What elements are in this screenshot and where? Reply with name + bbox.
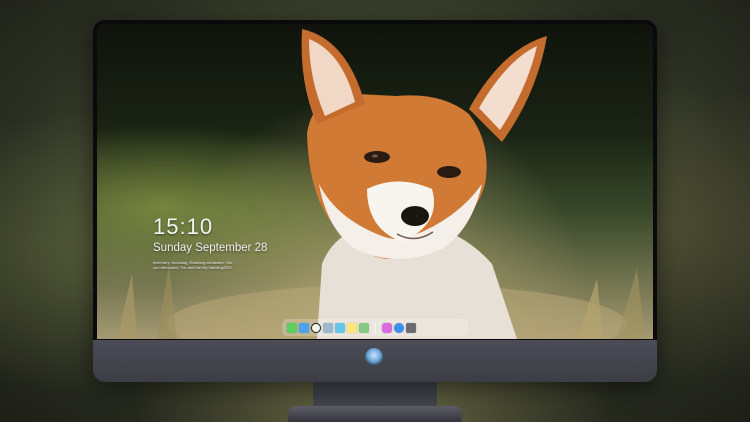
dock bbox=[282, 319, 468, 336]
photos-icon[interactable] bbox=[359, 322, 369, 333]
monitor-stand-base bbox=[288, 406, 462, 422]
monitor-chin bbox=[93, 340, 657, 382]
monitor-stand-neck bbox=[313, 382, 437, 408]
clock-icon[interactable] bbox=[311, 322, 321, 333]
screen: 15:10 Sunday September 28 Inventory: bru… bbox=[97, 24, 653, 339]
clapper-icon[interactable] bbox=[335, 322, 345, 333]
camera-icon[interactable] bbox=[406, 322, 416, 333]
monitor-logo-icon bbox=[365, 348, 383, 366]
preview-icon[interactable] bbox=[323, 322, 333, 333]
lockscreen-note: Inventory: brunstag, Enabling contacted.… bbox=[153, 260, 283, 270]
lockscreen-date: Sunday September 28 bbox=[153, 242, 268, 254]
finder-icon[interactable] bbox=[299, 322, 309, 333]
fox-wallpaper bbox=[117, 29, 645, 339]
notes-icon[interactable] bbox=[347, 322, 357, 333]
monitor: 15:10 Sunday September 28 Inventory: bru… bbox=[93, 20, 657, 382]
lockscreen-note-line: you retrospect, For and the My handing20… bbox=[153, 265, 232, 270]
lockscreen-time: 15:10 bbox=[153, 214, 214, 239]
music-icon[interactable] bbox=[382, 322, 392, 333]
appstore-icon[interactable] bbox=[394, 322, 404, 333]
messages-icon[interactable] bbox=[287, 322, 297, 333]
dock-separator bbox=[375, 322, 376, 333]
